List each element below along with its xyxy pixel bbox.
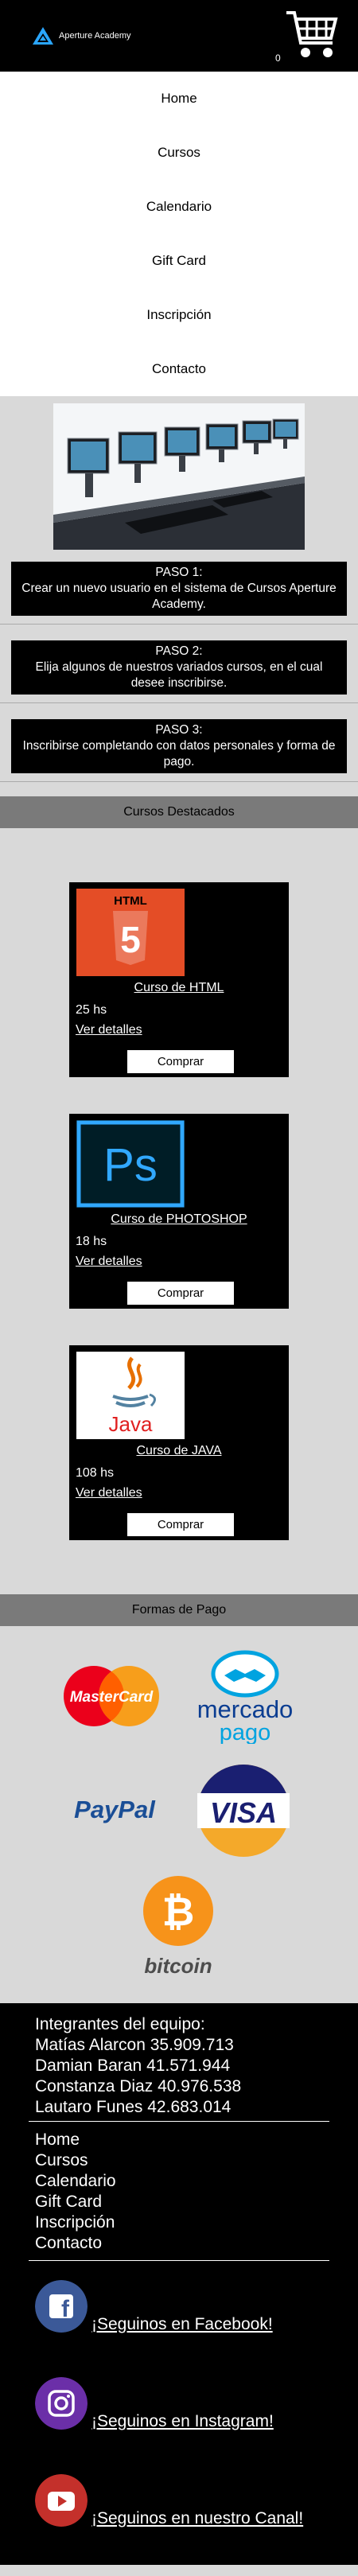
buy-button[interactable]: Comprar <box>126 1512 235 1537</box>
java-icon: Java <box>76 1352 185 1439</box>
course-title[interactable]: Curso de PHOTOSHOP <box>69 1212 289 1227</box>
footer-divider <box>29 2260 329 2261</box>
nav-cursos[interactable]: Cursos <box>0 126 358 180</box>
team-member: Constanza Diaz 40.976.538 <box>35 2077 242 2095</box>
bitcoin-text: bitcoin <box>144 1954 212 1978</box>
buy-button[interactable]: Comprar <box>126 1281 235 1306</box>
step-2-title: PASO 2: <box>155 644 203 658</box>
course-hours: 25 hs <box>76 1003 107 1017</box>
nav-gift-card[interactable]: Gift Card <box>0 234 358 288</box>
instagram-link[interactable]: ¡Seguinos en Instagram! <box>91 2412 274 2431</box>
footer-divider <box>29 2121 329 2122</box>
course-title[interactable]: Curso de HTML <box>69 981 289 995</box>
team-member: Damian Baran 41.571.944 <box>35 2057 231 2075</box>
course-card-java: Java Curso de JAVA 108 hs Ver detalles C… <box>69 1345 289 1540</box>
nav-home[interactable]: Home <box>0 72 358 126</box>
paypal-logo: PayPal <box>74 1796 156 1823</box>
ps-badge-text: Ps <box>103 1139 158 1191</box>
divider <box>0 702 358 703</box>
visa-logo: VISA <box>197 1765 290 1857</box>
footer-link-contacto[interactable]: Contacto <box>0 2233 358 2254</box>
header-bar: Aperture Academy 0 <box>0 0 358 72</box>
step-3-title: PASO 3: <box>155 723 203 737</box>
team-member: Matías Alarcon 35.909.713 <box>35 2036 234 2054</box>
course-hours: 18 hs <box>76 1235 107 1248</box>
bitcoin-logo: ₿ bitcoin <box>143 1876 213 1978</box>
buy-button[interactable]: Comprar <box>126 1049 235 1074</box>
brand-logo[interactable]: Aperture Academy <box>32 26 131 45</box>
featured-courses-heading: Cursos Destacados <box>0 796 358 828</box>
mastercard-logo: MasterCard <box>64 1666 159 1726</box>
step-2-text: Elija algunos de nuestros variados curso… <box>35 660 323 690</box>
footer-link-calendario[interactable]: Calendario <box>0 2171 358 2192</box>
course-title[interactable]: Curso de JAVA <box>69 1444 289 1458</box>
course-hours: 108 hs <box>76 1466 115 1480</box>
social-youtube[interactable]: ¡Seguinos en nuestro Canal! <box>0 2468 358 2565</box>
step-3-text: Inscribirse completando con datos person… <box>22 739 336 769</box>
instagram-icon[interactable] <box>35 2377 88 2430</box>
computer-lab-image <box>53 403 305 550</box>
footer: Integrantes del equipo: Matías Alarcon 3… <box>0 2003 358 2565</box>
step-1-title: PASO 1: <box>155 566 203 579</box>
mercadopago-text-1: mercado <box>197 1695 294 1723</box>
shopping-cart-icon[interactable] <box>283 8 340 64</box>
footer-link-cursos[interactable]: Cursos <box>0 2150 358 2171</box>
divider <box>0 781 358 782</box>
step-2: PASO 2: Elija algunos de nuestros variad… <box>11 640 347 695</box>
visa-text: VISA <box>210 1796 277 1829</box>
mercadopago-logo: mercado pago <box>197 1650 294 1744</box>
paypal-text: PayPal <box>74 1796 156 1823</box>
team-title: Integrantes del equipo: <box>35 2015 205 2033</box>
nav-contacto[interactable]: Contacto <box>0 342 358 396</box>
mastercard-text: MasterCard <box>70 1689 154 1706</box>
payment-methods-heading: Formas de Pago <box>0 1594 358 1626</box>
html5-icon: HTML 5 <box>76 889 185 976</box>
social-facebook[interactable]: f ¡Seguinos en Facebook! <box>0 2274 358 2371</box>
social-instagram[interactable]: ¡Seguinos en Instagram! <box>0 2371 358 2468</box>
html-badge-text: HTML <box>114 894 147 908</box>
step-1: PASO 1: Crear un nuevo usuario en el sis… <box>11 562 347 616</box>
course-details-link[interactable]: Ver detalles <box>76 1023 142 1037</box>
nav-inscripcion[interactable]: Inscripción <box>0 288 358 342</box>
footer-link-home[interactable]: Home <box>0 2130 358 2150</box>
main-nav: Home Cursos Calendario Gift Card Inscrip… <box>0 72 358 396</box>
step-3: PASO 3: Inscribirse completando con dato… <box>11 719 347 773</box>
divider <box>0 624 358 625</box>
payment-methods: MasterCard mercado pago PayPal VISA ₿ bi… <box>0 1626 358 2003</box>
course-card-photoshop: Ps Curso de PHOTOSHOP 18 hs Ver detalles… <box>69 1114 289 1309</box>
cart-count: 0 <box>275 53 281 64</box>
footer-link-gift-card[interactable]: Gift Card <box>0 2192 358 2212</box>
bitcoin-symbol: ₿ <box>162 1889 195 1935</box>
aperture-logo-icon <box>33 27 53 45</box>
photoshop-icon: Ps <box>76 1120 185 1208</box>
nav-calendario[interactable]: Calendario <box>0 180 358 234</box>
youtube-icon[interactable] <box>35 2474 88 2527</box>
youtube-link[interactable]: ¡Seguinos en nuestro Canal! <box>91 2509 303 2528</box>
java-badge-text: Java <box>109 1412 153 1436</box>
svg-text:5: 5 <box>120 919 141 960</box>
footer-link-inscripcion[interactable]: Inscripción <box>0 2212 358 2233</box>
team-member: Lautaro Funes 42.683.014 <box>35 2098 232 2116</box>
brand-name: Aperture Academy <box>59 31 131 41</box>
facebook-glyph: f <box>61 2296 70 2322</box>
mercadopago-text-2: pago <box>220 1720 271 1744</box>
course-details-link[interactable]: Ver detalles <box>76 1255 142 1269</box>
facebook-icon[interactable]: f <box>35 2280 88 2333</box>
hero-section <box>0 396 358 557</box>
facebook-link[interactable]: ¡Seguinos en Facebook! <box>91 2315 273 2334</box>
step-1-text: Crear un nuevo usuario en el sistema de … <box>21 582 337 611</box>
course-details-link[interactable]: Ver detalles <box>76 1486 142 1500</box>
course-card-html: HTML 5 Curso de HTML 25 hs Ver detalles … <box>69 882 289 1077</box>
